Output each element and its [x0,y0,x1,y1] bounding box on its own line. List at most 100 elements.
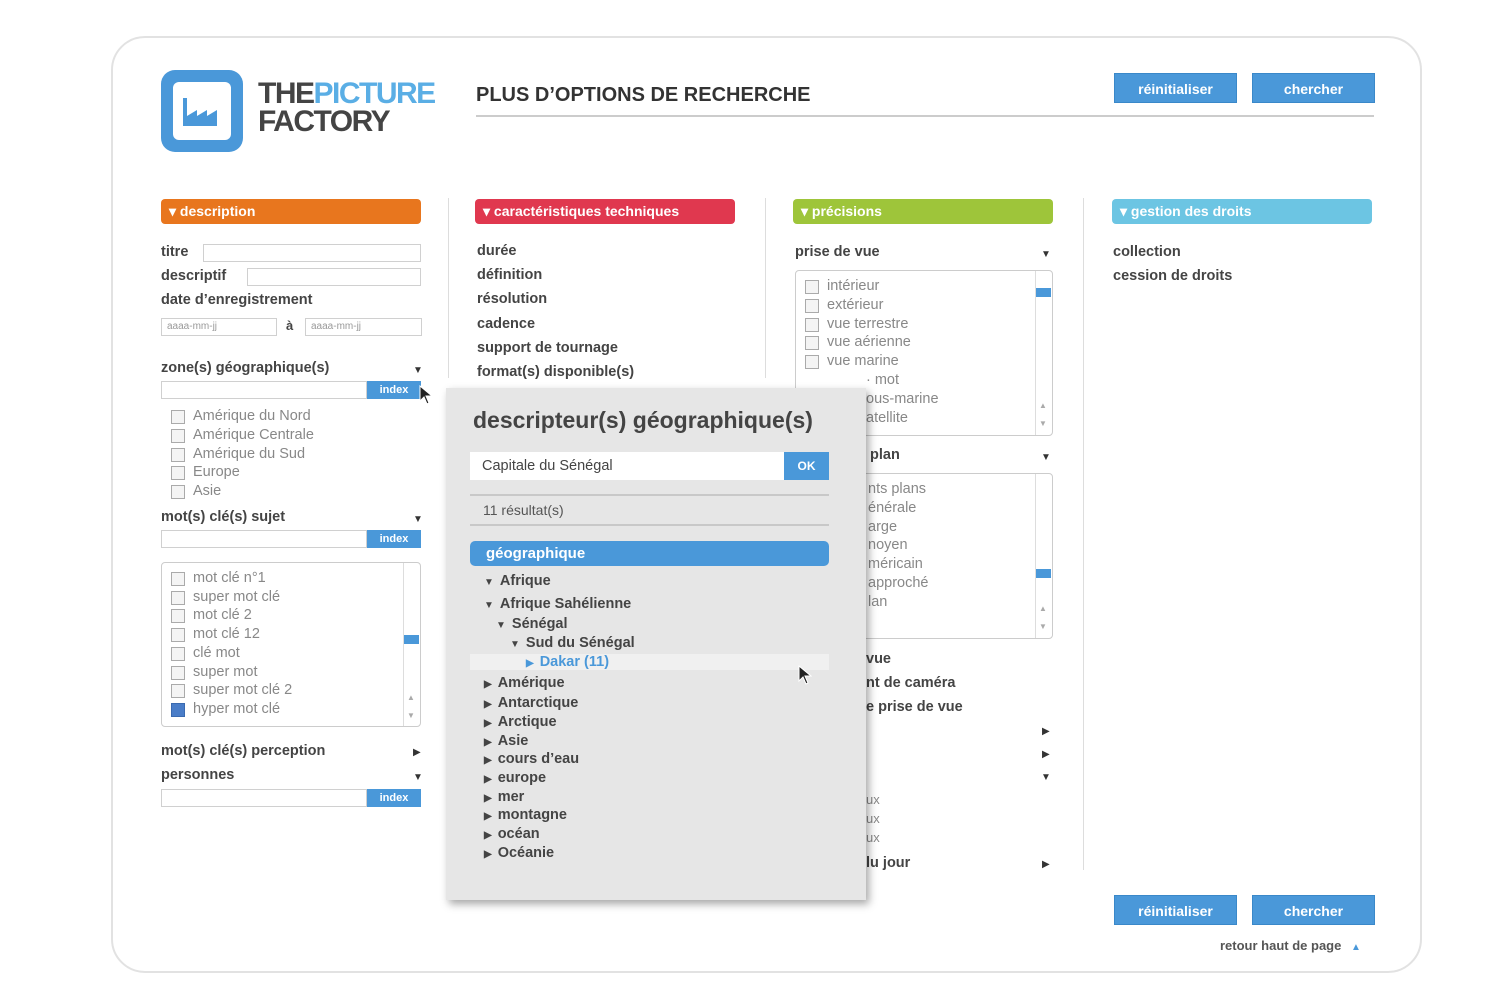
checkbox-keyword[interactable]: super mot [171,663,257,682]
caret-right-icon[interactable]: ▶ [484,849,492,860]
chevron-right-icon[interactable]: ▶ [1042,749,1050,760]
chevron-down-icon[interactable]: ▼ [1041,249,1051,260]
scrollbar[interactable]: ▲ ▼ [1035,271,1051,435]
checkbox-vue[interactable]: vue aérienne [805,333,911,352]
ok-button[interactable]: OK [784,452,829,480]
geo-search-input[interactable]: Capitale du Sénégal [470,452,784,480]
checkbox-vue[interactable]: intérieur [805,277,879,296]
caret-right-icon[interactable]: ▶ [484,718,492,729]
caret-right-icon[interactable]: ▶ [484,755,492,766]
plan-option-partial[interactable]: nts plans [868,481,926,497]
option-partial[interactable]: ux [866,830,880,845]
technique-header[interactable]: ▾ caractéristiques techniques [475,199,735,224]
motcle-label[interactable]: mot(s) clé(s) sujet [161,509,285,525]
reset-button[interactable]: réinitialiser [1114,73,1237,103]
droits-item[interactable]: cession de droits [1113,268,1232,284]
checkbox-zone[interactable]: Asie [171,482,221,501]
caret-down-icon[interactable]: ▼ [510,639,520,650]
tree-node[interactable]: ▶ europe [484,770,546,786]
prise-de-vue-label[interactable]: prise de vue [795,244,880,260]
personnes-index-button[interactable]: index [367,789,421,807]
checkbox-keyword[interactable]: hyper mot clé [171,700,280,719]
category-geographique[interactable]: géographique [470,541,829,566]
titre-input[interactable] [203,244,421,262]
plan-option-partial[interactable]: arge [868,519,897,535]
chevron-right-icon[interactable]: ▶ [413,747,421,758]
tree-node[interactable]: ▼ Afrique Sahélienne [484,596,631,612]
checkbox-keyword[interactable]: mot clé 12 [171,625,260,644]
tech-item[interactable]: cadence [477,316,535,332]
vue-option-partial[interactable]: · mot [866,372,899,388]
back-to-top-link[interactable]: retour haut de page ▲ [1220,938,1361,953]
caret-right-icon[interactable]: ▶ [484,830,492,841]
tree-node[interactable]: ▶ cours d’eau [484,751,579,767]
tree-node[interactable]: ▶ Dakar (11) [470,654,829,670]
checkbox-vue[interactable]: vue marine [805,352,899,371]
vue-option-partial[interactable]: atellite [866,410,908,426]
option-partial[interactable]: ux [866,811,880,826]
tech-item[interactable]: support de tournage [477,340,618,356]
logo[interactable]: THEPICTURE FACTORY [161,70,436,152]
plan-option-partial[interactable]: lan [868,594,887,610]
tech-item[interactable]: format(s) disponible(s) [477,364,634,380]
precision-item-partial[interactable]: e prise de vue [866,699,963,715]
checkbox-keyword[interactable]: clé mot [171,644,240,663]
chevron-down-icon[interactable]: ▼ [413,514,423,525]
tree-node[interactable]: ▶ montagne [484,807,567,823]
checkbox-zone[interactable]: Amérique Centrale [171,426,314,445]
checkbox-keyword[interactable]: super mot clé 2 [171,681,292,700]
precisions-header[interactable]: ▾ précisions [793,199,1053,224]
description-header[interactable]: ▾ description [161,199,421,224]
descriptif-input[interactable] [247,268,421,286]
checkbox-keyword[interactable]: mot clé n°1 [171,569,266,588]
tree-node[interactable]: ▶ Asie [484,733,528,749]
caret-right-icon[interactable]: ▶ [484,699,492,710]
caret-down-icon[interactable]: ▼ [496,620,506,631]
search-button[interactable]: chercher [1252,73,1375,103]
caret-right-icon[interactable]: ▶ [484,679,492,690]
precision-item-partial[interactable]: vue [866,651,891,667]
zone-label[interactable]: zone(s) géographique(s) [161,360,329,376]
checkbox-zone[interactable]: Amérique du Sud [171,445,305,464]
tree-node[interactable]: ▼ Afrique [484,573,551,589]
plan-option-partial[interactable]: méricain [868,556,923,572]
checkbox-keyword[interactable]: mot clé 2 [171,606,252,625]
zone-index-button[interactable]: index [367,381,421,399]
caret-down-icon[interactable]: ▼ [484,577,494,588]
tech-item[interactable]: durée [477,243,517,259]
checkbox-zone[interactable]: Amérique du Nord [171,407,311,426]
tree-node[interactable]: ▶ océan [484,826,540,842]
chevron-down-icon[interactable]: ▼ [413,365,423,376]
personnes-input[interactable] [161,789,367,807]
plan-option-partial[interactable]: noyen [868,537,908,553]
option-partial[interactable]: ux [866,792,880,807]
tree-node[interactable]: ▶ Antarctique [484,695,578,711]
caret-down-icon[interactable]: ▼ [484,600,494,611]
caret-right-icon[interactable]: ▶ [484,774,492,785]
checkbox-vue[interactable]: vue terrestre [805,315,908,334]
motcle-input[interactable] [161,530,367,548]
caret-right-icon[interactable]: ▶ [484,737,492,748]
caret-right-icon[interactable]: ▶ [484,811,492,822]
plan-option-partial[interactable]: énérale [868,500,916,516]
vue-option-partial[interactable]: ous-marine [866,391,939,407]
chevron-right-icon[interactable]: ▶ [1042,726,1050,737]
tech-item[interactable]: définition [477,267,542,283]
jour-label[interactable]: lu jour [866,855,910,871]
plan-option-partial[interactable]: approché [868,575,928,591]
perception-label[interactable]: mot(s) clé(s) perception [161,743,325,759]
search-button-bottom[interactable]: chercher [1252,895,1375,925]
caret-right-icon[interactable]: ▶ [526,658,534,669]
personnes-label[interactable]: personnes [161,767,234,783]
checkbox-zone[interactable]: Europe [171,463,240,482]
droits-item[interactable]: collection [1113,244,1181,260]
precision-item-partial[interactable]: nt de caméra [866,675,955,691]
tree-node[interactable]: ▶ Amérique [484,675,565,691]
zone-input[interactable] [161,381,367,399]
plan-label[interactable]: plan [870,447,900,463]
tree-node[interactable]: ▶ Arctique [484,714,557,730]
reset-button-bottom[interactable]: réinitialiser [1114,895,1237,925]
tech-item[interactable]: résolution [477,291,547,307]
date-from-input[interactable]: aaaa-mm-jj [161,318,277,336]
date-to-input[interactable]: aaaa-mm-jj [305,318,422,336]
